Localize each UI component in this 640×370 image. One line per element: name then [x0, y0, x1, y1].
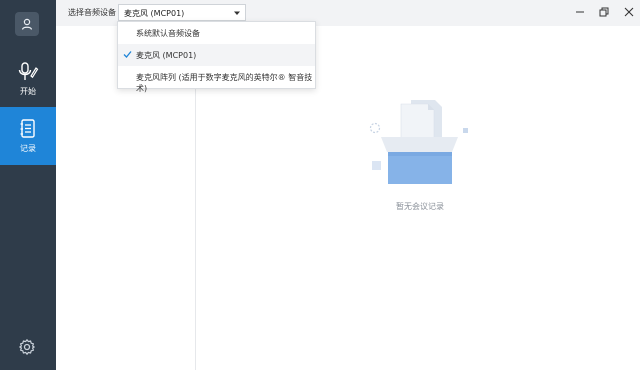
- close-icon[interactable]: [623, 6, 635, 18]
- audio-device-label: 选择音频设备: [68, 8, 116, 17]
- menu-item-default-device[interactable]: 系统默认音频设备: [118, 22, 315, 44]
- app-window: 开始 记录 选择音频设备 麦克风 (MCP01) 暂无会议记录 系统默认音频设备…: [0, 0, 640, 370]
- audio-device-menu: 系统默认音频设备 麦克风 (MCP01) 麦克风阵列 (适用于数字麦克风的英特尔…: [117, 21, 316, 93]
- selected-device-text: 麦克风 (MCP01): [124, 9, 185, 18]
- chevron-down-icon: [234, 11, 240, 15]
- sidebar-item-label: 记录: [20, 143, 36, 153]
- menu-item-label: 系统默认音频设备: [136, 29, 200, 38]
- empty-state-message: 暂无会议记录: [396, 202, 444, 211]
- menu-item-label: 麦克风 (MCP01): [136, 51, 197, 60]
- gear-icon[interactable]: [18, 338, 36, 356]
- sidebar-item-start[interactable]: 开始: [0, 50, 56, 108]
- minimize-icon[interactable]: [574, 6, 586, 18]
- sidebar-item-record[interactable]: 记录: [0, 107, 56, 165]
- audio-device-select[interactable]: 麦克风 (MCP01): [118, 4, 246, 21]
- mic-icon: [18, 61, 39, 80]
- menu-item-label: 麦克风阵列 (适用于数字麦克风的英特尔® 智音技术): [136, 73, 313, 93]
- restore-icon[interactable]: [598, 6, 610, 18]
- menu-item-mcp01[interactable]: 麦克风 (MCP01): [118, 44, 315, 66]
- notebook-icon: [20, 118, 35, 138]
- menu-item-mic-array[interactable]: 麦克风阵列 (适用于数字麦克风的英特尔® 智音技术): [118, 66, 315, 93]
- sidebar: 开始 记录: [0, 0, 56, 370]
- user-icon: [21, 18, 33, 30]
- check-icon: [123, 51, 132, 58]
- user-avatar[interactable]: [15, 12, 39, 36]
- sidebar-item-label: 开始: [20, 86, 36, 96]
